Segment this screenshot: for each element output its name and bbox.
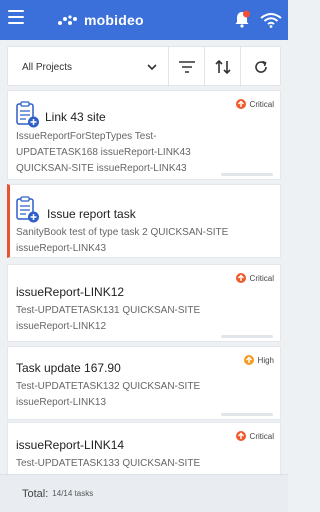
priority-badge: Critical xyxy=(235,273,274,283)
logo-text: mobideo xyxy=(84,12,144,28)
priority-up-icon xyxy=(235,273,246,283)
task-progress-bar xyxy=(221,173,273,176)
task-title: issueReport-LINK14 xyxy=(16,438,125,452)
filter-button[interactable] xyxy=(168,47,204,87)
priority-up-icon xyxy=(243,355,254,365)
refresh-icon xyxy=(255,60,267,73)
total-value: 14/14 tasks xyxy=(52,489,94,498)
sort-icon xyxy=(214,59,231,75)
document-icon xyxy=(16,196,39,223)
task-progress-bar xyxy=(221,413,273,416)
task-description: SanityBook test of type task 2 QUICKSAN-… xyxy=(16,227,229,254)
task-progress-bar xyxy=(221,335,273,338)
task-list: Link 43 site IssueReportForStepTypes Tes… xyxy=(7,90,281,474)
task-title: Task update 167.90 xyxy=(16,361,121,375)
refresh-button[interactable] xyxy=(240,47,281,87)
task-description: Test-UPDATETASK132 QUICKSAN-SITE issueRe… xyxy=(16,381,201,408)
task-card[interactable]: issueReport-LINK12 Test-UPDATETASK131 QU… xyxy=(7,264,281,342)
task-description: Test-UPDATETASK133 QUICKSAN-SITE xyxy=(16,458,201,469)
priority-badge: Critical xyxy=(235,431,274,441)
mobideo-logo-icon xyxy=(58,15,77,25)
document-icon xyxy=(16,101,39,128)
task-card[interactable]: Issue report task SanityBook test of typ… xyxy=(7,184,281,258)
task-card[interactable]: Task update 167.90 Test-UPDATETASK132 QU… xyxy=(7,346,281,420)
priority-label: High xyxy=(257,355,274,365)
project-select-value: All Projects xyxy=(22,61,73,73)
total-label: Total: xyxy=(22,487,49,500)
bell-icon[interactable] xyxy=(234,10,250,28)
app-bar: mobideo xyxy=(0,0,288,40)
task-card[interactable]: Link 43 site IssueReportForStepTypes Tes… xyxy=(7,90,281,180)
menu-icon[interactable] xyxy=(8,10,24,26)
priority-badge: High xyxy=(243,355,274,365)
priority-up-icon xyxy=(235,99,246,109)
task-description: Test-UPDATETASK131 QUICKSAN-SITE issueRe… xyxy=(16,305,201,332)
priority-badge: Critical xyxy=(235,99,274,109)
priority-label: Critical xyxy=(249,99,274,109)
wifi-icon xyxy=(260,13,282,28)
priority-label: Critical xyxy=(249,431,274,441)
app-logo: mobideo xyxy=(58,9,144,31)
chevron-down-icon xyxy=(147,64,157,71)
task-card[interactable]: issueReport-LINK14 Test-UPDATETASK133 QU… xyxy=(7,422,281,474)
task-title: Issue report task xyxy=(47,207,136,221)
footer-summary: Total: 14/14 tasks xyxy=(0,474,288,512)
task-title: issueReport-LINK12 xyxy=(16,285,125,299)
filter-bar: All Projects xyxy=(7,46,281,87)
project-select[interactable]: All Projects xyxy=(14,51,164,83)
priority-label: Critical xyxy=(249,273,274,283)
priority-up-icon xyxy=(235,431,246,441)
filter-icon xyxy=(178,61,195,73)
task-description: IssueReportForStepTypes Test-UPDATETASK1… xyxy=(16,131,191,174)
sort-button[interactable] xyxy=(204,47,240,87)
task-title: Link 43 site xyxy=(45,110,106,124)
